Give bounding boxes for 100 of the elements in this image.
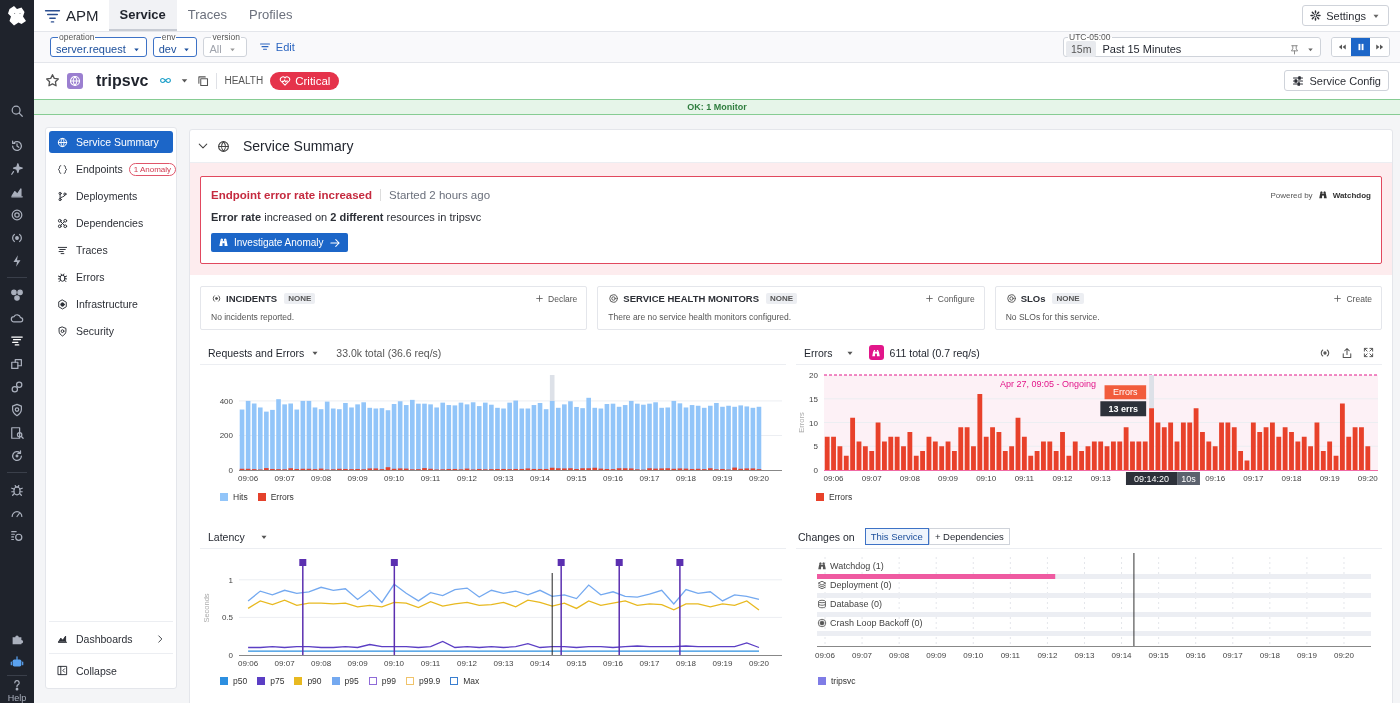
status-badge: NONE (1052, 293, 1084, 304)
axis-label: 09:10 (384, 659, 405, 668)
time-label: 09:14:20 (1125, 472, 1178, 485)
axis-label: 09:15 (566, 474, 587, 483)
nav-item[interactable]: Collapse (49, 658, 173, 683)
powered-by-label: Powered by (1270, 190, 1313, 200)
legend-item[interactable]: p95 (331, 676, 359, 686)
scope-toggle[interactable]: This Service (864, 528, 929, 545)
legend-item[interactable]: Hits (220, 492, 248, 502)
chart-title[interactable]: Errors (804, 346, 833, 359)
chart-total: 33.0k total (36.6 req/s) (336, 346, 442, 359)
axis-label: 09:20 (1333, 651, 1354, 660)
filter-dropdown[interactable]: operation server.request (50, 33, 147, 57)
card-text: There are no service health monitors configured. (608, 312, 793, 322)
axis-label: 200 (219, 431, 233, 441)
nav-item[interactable]: Dashboards (49, 626, 173, 651)
legend-item[interactable]: Max (450, 676, 480, 686)
axis-label: 09:17 (639, 659, 660, 668)
axis-label: 09:19 (1296, 651, 1317, 660)
axis-label: 09:19 (712, 474, 733, 483)
nav-item[interactable]: Dependencies (49, 212, 173, 234)
x-tick-label: 09:14:20 (1134, 474, 1170, 484)
legend-item[interactable]: p99 (368, 676, 396, 686)
row-label: Watchdog (1) (830, 561, 884, 571)
brand-label: Watchdog (1332, 190, 1371, 200)
axis-label: 09:17 (1222, 651, 1243, 660)
value-tooltip: 13 errs (1100, 401, 1147, 417)
card-action[interactable]: Declare (535, 293, 578, 304)
axis-label: 09:11 (420, 659, 441, 668)
card-text: No SLOs for this service. (1005, 312, 1101, 322)
nav-item[interactable]: Deployments (49, 185, 173, 207)
help-label[interactable]: Help (7, 693, 27, 703)
axis-label: 09:10 (963, 651, 984, 660)
axis-label: 09:17 (1243, 474, 1264, 483)
service-name: tripsvc (96, 71, 149, 90)
legend-item[interactable]: Errors (257, 492, 294, 502)
card-action[interactable]: Create (1333, 293, 1372, 304)
axis-label: 09:13 (1090, 474, 1111, 483)
axis-label: 09:06 (238, 659, 259, 668)
scope-toggle[interactable]: + Dependencies (928, 528, 1010, 545)
tab[interactable]: Service (108, 0, 177, 31)
legend-item[interactable]: p90 (294, 676, 322, 686)
tab[interactable]: Profiles (238, 0, 304, 31)
investigate-button[interactable]: Investigate Anomaly (211, 233, 348, 252)
axis-label: 09:11 (420, 474, 441, 483)
legend-item[interactable]: tripsvc (818, 676, 856, 686)
time-picker[interactable]: UTC-05:00 15m Past 15 Minutes (1063, 33, 1321, 57)
card-action[interactable]: Configure (924, 293, 975, 304)
row-label: Crash Loop Backoff (0) (830, 618, 923, 628)
incident-label: Apr 27, 09:05 - Ongoing (999, 379, 1097, 389)
axis-label: 5 (813, 442, 818, 452)
chart-title[interactable]: Requests and Errors (208, 346, 305, 359)
legend-item[interactable]: p75 (257, 676, 285, 686)
axis-label: 09:12 (457, 659, 478, 668)
legend-item[interactable]: Errors (816, 492, 853, 502)
tab[interactable]: Traces (176, 0, 239, 31)
axis-label: 09:18 (1281, 474, 1302, 483)
axis-label: 09:07 (852, 651, 873, 660)
axis-label: 20 (809, 371, 818, 380)
axis-label: 400 (219, 396, 233, 406)
changes-title: Changes on (798, 530, 855, 543)
filter-dropdown[interactable]: env dev (152, 33, 198, 57)
axis-label: 09:08 (889, 651, 910, 660)
axis-label: 09:16 (1185, 651, 1206, 660)
axis-label: 09:18 (1259, 651, 1280, 660)
axis-label: 09:10 (384, 474, 405, 483)
alert-title: Endpoint error rate increased (211, 189, 373, 201)
nav-item[interactable]: Service Summary (49, 131, 173, 153)
alert-time: Started 2 hours ago (389, 189, 491, 201)
axis-label: 09:09 (926, 651, 947, 660)
axis-label: 09:15 (1148, 651, 1169, 660)
axis-label: 0 (228, 466, 233, 475)
nav-item[interactable]: Traces (49, 239, 173, 261)
axis-label: 09:20 (748, 659, 769, 668)
axis-label: 09:18 (675, 474, 696, 483)
annotation: 13 errs (1108, 404, 1139, 415)
section-title: Service Summary (243, 138, 354, 154)
chart-title[interactable]: Latency (208, 530, 245, 543)
legend-item[interactable]: p50 (220, 676, 248, 686)
status-badge: NONE (284, 293, 316, 304)
axis-label: 09:07 (274, 474, 295, 483)
series-tooltip: Errors (1104, 385, 1147, 400)
nav-item[interactable]: Errors (49, 266, 173, 288)
settings-button[interactable]: Settings (1302, 5, 1389, 26)
axis-label: 09:19 (1319, 474, 1340, 483)
edit-button[interactable]: Edit (252, 41, 301, 53)
axis-label: 09:06 (238, 474, 259, 483)
nav-item[interactable]: Infrastructure (49, 293, 173, 315)
monitor-status: OK: 1 Monitor (687, 102, 747, 112)
axis-label: 09:09 (938, 474, 959, 483)
interval-label: 10s (1177, 472, 1200, 485)
legend-item[interactable]: p99.9 (405, 676, 441, 686)
series-label: Errors (1113, 387, 1139, 398)
health-status: Critical (270, 71, 340, 90)
service-config-button[interactable]: Service Config (1284, 70, 1389, 91)
axis-label: 09:09 (347, 659, 368, 668)
axis-label: 0 (813, 466, 818, 475)
nav-item[interactable]: Security (49, 320, 173, 342)
axis-label: 0.5 (221, 613, 233, 623)
axis-label: 09:12 (1037, 651, 1058, 660)
